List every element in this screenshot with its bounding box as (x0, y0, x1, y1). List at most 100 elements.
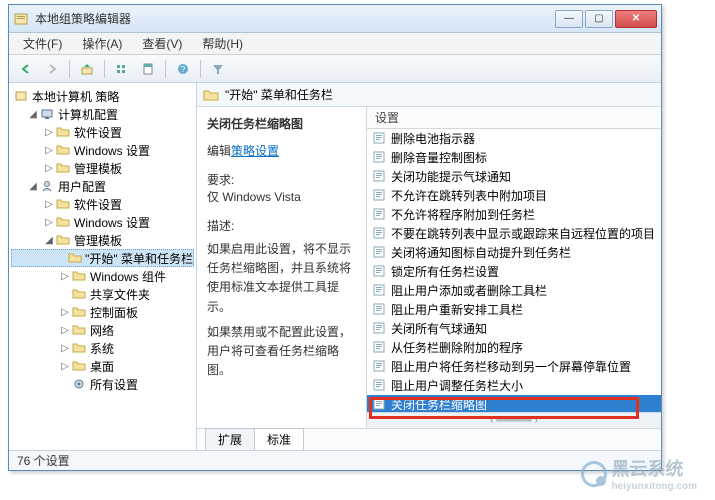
list-item[interactable]: 从任务栏删除附加的程序 (367, 338, 661, 357)
list-item[interactable]: 关闭所有气球通知 (367, 319, 661, 338)
tree-twist-icon[interactable]: ▷ (59, 325, 71, 336)
tab-extended[interactable]: 扩展 (205, 428, 255, 450)
statusbar: 76 个设置 (9, 450, 661, 470)
svg-text:?: ? (181, 65, 186, 74)
list-item[interactable]: 不允许将程序附加到任务栏 (367, 205, 661, 224)
nav-tree[interactable]: 本地计算机 策略 ◢计算机配置▷软件设置▷Windows 设置▷管理模板◢用户配… (9, 83, 197, 450)
tree-item[interactable]: ▷ 管理模板 (11, 159, 194, 177)
list-item[interactable]: 不允许在跳转列表中附加项目 (367, 186, 661, 205)
policy-item-icon (373, 170, 387, 184)
menu-action[interactable]: 操作(A) (72, 33, 132, 54)
list-item-label: 阻止用户重新安排工具栏 (391, 301, 523, 318)
tree-item[interactable]: ◢ 管理模板 (11, 231, 194, 249)
tree-item[interactable]: ▷网络 (11, 321, 194, 339)
content-heading-text: "开始" 菜单和任务栏 (225, 86, 333, 103)
menu-file[interactable]: 文件(F) (13, 33, 72, 54)
list-item[interactable]: 关闭功能提示气球通知 (367, 167, 661, 186)
properties-button[interactable] (137, 58, 159, 80)
folder-icon (55, 125, 71, 139)
content-body: 关闭任务栏缩略图 编辑策略设置 要求: 仅 Windows Vista 描述: … (197, 107, 661, 428)
list-icons-button[interactable] (111, 58, 133, 80)
list-item[interactable]: 阻止用户重新安排工具栏 (367, 300, 661, 319)
watermark-main: 黑云系统 (611, 459, 683, 479)
titlebar[interactable]: 本地组策略编辑器 — ▢ ✕ (9, 5, 661, 33)
tree-item-label: 计算机配置 (58, 106, 118, 123)
tree-item[interactable]: ▷Windows 设置 (11, 213, 194, 231)
maximize-button[interactable]: ▢ (585, 10, 613, 28)
tree-item[interactable]: ▷Windows 组件 (11, 267, 194, 285)
tree-twist-icon[interactable]: ▷ (59, 271, 71, 282)
settings-list[interactable]: 删除电池指示器删除音量控制图标关闭功能提示气球通知不允许在跳转列表中附加项目不允… (367, 129, 661, 412)
list-item[interactable]: 关闭任务栏缩略图 (367, 395, 661, 412)
list-item-label: 关闭功能提示气球通知 (391, 168, 511, 185)
view-tabs: 扩展 标准 (197, 428, 661, 450)
folder-icon (55, 197, 71, 211)
list-item-label: 删除电池指示器 (391, 130, 475, 147)
tree-item[interactable]: ▷Windows 设置 (11, 141, 194, 159)
tree-item[interactable]: ▷桌面 (11, 357, 194, 375)
back-button[interactable] (15, 58, 37, 80)
tree-root[interactable]: 本地计算机 策略 (11, 87, 194, 105)
list-item[interactable]: 锁定所有任务栏设置 (367, 262, 661, 281)
tree-item[interactable]: 共享文件夹 (11, 285, 194, 303)
menu-view[interactable]: 查看(V) (132, 33, 192, 54)
list-item-label: 关闭任务栏缩略图 (391, 396, 487, 412)
tree-item[interactable]: 所有设置 (11, 375, 194, 393)
list-item-label: 阻止用户将任务栏移动到另一个屏幕停靠位置 (391, 358, 631, 375)
content-pane: "开始" 菜单和任务栏 关闭任务栏缩略图 编辑策略设置 要求: 仅 Window… (197, 83, 661, 450)
close-button[interactable]: ✕ (615, 10, 657, 28)
main-body: 本地计算机 策略 ◢计算机配置▷软件设置▷Windows 设置▷管理模板◢用户配… (9, 83, 661, 450)
tree-twist-icon[interactable]: ▷ (43, 199, 55, 210)
desc-para-2: 如果禁用或不配置此设置，用户将可查看任务栏缩略图。 (207, 323, 356, 381)
tree-twist-icon[interactable]: ▷ (43, 127, 55, 138)
list-header[interactable]: 设置 (367, 107, 661, 129)
help-button[interactable]: ? (172, 58, 194, 80)
tree-item[interactable]: ▷控制面板 (11, 303, 194, 321)
tree-item[interactable]: ◢用户配置 (11, 177, 194, 195)
window-controls: — ▢ ✕ (555, 10, 657, 28)
tree-twist-icon[interactable]: ▷ (59, 361, 71, 372)
detail-panel: 关闭任务栏缩略图 编辑策略设置 要求: 仅 Windows Vista 描述: … (197, 107, 367, 428)
tree-item[interactable]: ▷ 系统 (11, 339, 194, 357)
up-button[interactable] (76, 58, 98, 80)
tree-twist-icon[interactable]: ◢ (43, 235, 55, 246)
tree-item-label: 管理模板 (74, 160, 122, 177)
list-item[interactable]: 关闭将通知图标自动提升到任务栏 (367, 243, 661, 262)
tree-item-label: 系统 (90, 340, 114, 357)
menu-help[interactable]: 帮助(H) (192, 33, 253, 54)
tree-item[interactable]: ▷软件设置 (11, 195, 194, 213)
tree-item[interactable]: ▷软件设置 (11, 123, 194, 141)
settings-list-pane: 设置 删除电池指示器删除音量控制图标关闭功能提示气球通知不允许在跳转列表中附加项… (367, 107, 661, 428)
tree-twist-icon[interactable]: ▷ (43, 163, 55, 174)
list-item[interactable]: 删除电池指示器 (367, 129, 661, 148)
list-item-label: 阻止用户调整任务栏大小 (391, 377, 523, 394)
list-item[interactable]: 阻止用户将任务栏移动到另一个屏幕停靠位置 (367, 357, 661, 376)
list-item-label: 阻止用户添加或者删除工具栏 (391, 282, 547, 299)
tree-twist-icon[interactable]: ▷ (59, 307, 71, 318)
minimize-button[interactable]: — (555, 10, 583, 28)
filter-button[interactable] (207, 58, 229, 80)
horizontal-scrollbar[interactable]: ‹ ═════ › (367, 412, 661, 428)
list-item[interactable]: 阻止用户添加或者删除工具栏 (367, 281, 661, 300)
folder-icon (55, 215, 71, 229)
app-icon (13, 11, 29, 27)
req-value: 仅 Windows Vista (207, 188, 356, 205)
tree-item[interactable]: ◢ 计算机配置 (11, 105, 194, 123)
list-item-label: 不要在跳转列表中显示或跟踪来自远程位置的项目 (391, 225, 655, 242)
list-item[interactable]: 阻止用户调整任务栏大小 (367, 376, 661, 395)
tree-twist-icon[interactable]: ◢ (27, 109, 39, 120)
tree-twist-icon[interactable]: ◢ (27, 181, 39, 192)
tree-twist-icon[interactable]: ▷ (43, 217, 55, 228)
tree-twist-icon[interactable]: ▷ (59, 343, 71, 354)
tree-item-label: 管理模板 (74, 232, 122, 249)
edit-policy-link[interactable]: 策略设置 (231, 144, 279, 158)
tab-standard[interactable]: 标准 (254, 428, 304, 450)
forward-button[interactable] (41, 58, 63, 80)
window-title: 本地组策略编辑器 (35, 10, 555, 27)
folder-icon (55, 233, 71, 247)
tree-twist-icon[interactable]: ▷ (43, 145, 55, 156)
list-item[interactable]: 删除音量控制图标 (367, 148, 661, 167)
tree-item[interactable]: "开始" 菜单和任务栏 (11, 249, 194, 267)
list-item[interactable]: 不要在跳转列表中显示或跟踪来自远程位置的项目 (367, 224, 661, 243)
tree-item-label: "开始" 菜单和任务栏 (85, 250, 193, 267)
